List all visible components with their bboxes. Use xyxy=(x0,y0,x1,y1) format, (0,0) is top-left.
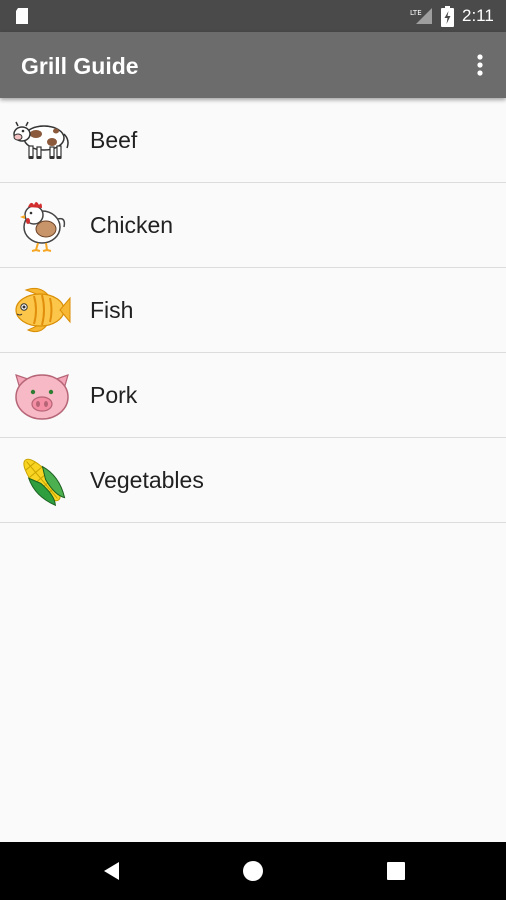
back-icon[interactable] xyxy=(96,856,126,886)
pig-icon xyxy=(12,367,72,423)
list-item-beef[interactable]: Beef xyxy=(0,98,506,183)
battery-charging-icon xyxy=(441,6,454,32)
home-icon[interactable] xyxy=(238,856,268,886)
list-item-pork[interactable]: Pork xyxy=(0,353,506,438)
sd-card-icon xyxy=(14,7,30,30)
svg-text:LTE: LTE xyxy=(410,9,422,17)
list-item-label: Vegetables xyxy=(90,467,204,493)
list-item-chicken[interactable]: Chicken xyxy=(0,183,506,268)
list-item-label: Chicken xyxy=(90,212,174,238)
signal-icon: LTE xyxy=(410,6,434,31)
corn-icon xyxy=(12,452,72,508)
fish-icon xyxy=(12,282,72,338)
list-item-label: Beef xyxy=(90,127,138,153)
clock: 2:11 xyxy=(462,6,494,25)
status-bar: LTE 2:11 xyxy=(0,0,506,32)
chicken-icon xyxy=(12,197,72,253)
recents-icon[interactable] xyxy=(381,856,411,886)
list-item-fish[interactable]: Fish xyxy=(0,268,506,353)
list-item-label: Fish xyxy=(90,297,134,323)
page-title: Grill Guide xyxy=(21,53,139,79)
list-item-label: Pork xyxy=(90,382,138,408)
app-bar: Grill Guide xyxy=(0,32,506,98)
category-list: Beef Chicken Fish Pork Vegetables xyxy=(0,98,506,523)
navigation-bar xyxy=(0,842,506,900)
cow-icon xyxy=(12,112,72,168)
list-item-vegetables[interactable]: Vegetables xyxy=(0,438,506,523)
more-vert-icon[interactable] xyxy=(466,49,494,81)
